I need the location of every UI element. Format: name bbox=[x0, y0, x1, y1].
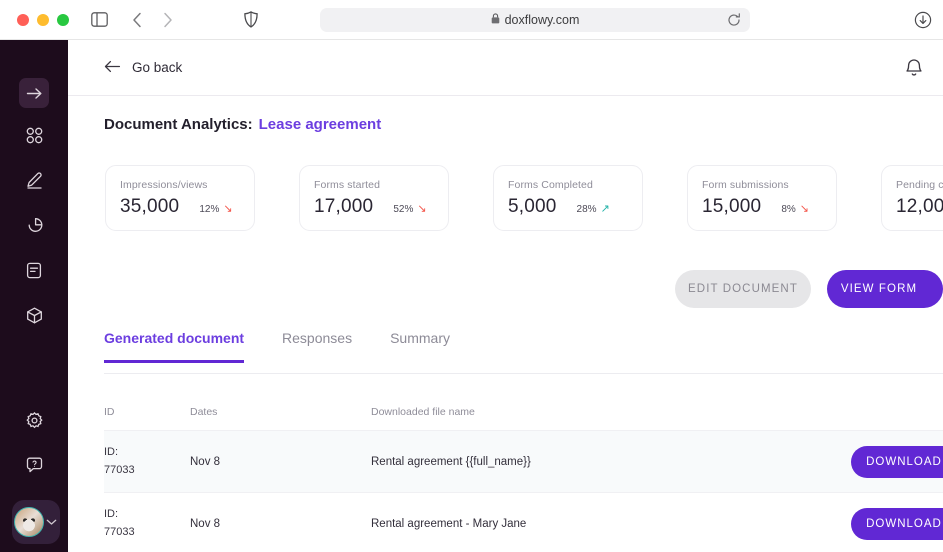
row-id-value: 77033 bbox=[104, 525, 135, 538]
content-tabs: Generated document Responses Summary bbox=[104, 330, 450, 363]
shield-icon[interactable] bbox=[239, 8, 263, 32]
stat-label: Forms Completed bbox=[508, 179, 593, 191]
app-header: Go back bbox=[68, 40, 943, 96]
row-id: ID: 77033 bbox=[104, 506, 190, 540]
stat-card-pending: Pending co 12,000 bbox=[881, 165, 943, 231]
page-title: Document Analytics: Lease agreement bbox=[104, 116, 381, 133]
url-text: doxflowy.com bbox=[504, 13, 580, 27]
user-account-menu[interactable] bbox=[12, 500, 60, 544]
download-button[interactable]: DOWNLOAD bbox=[851, 445, 943, 478]
row-actions: DOWNLOAD bbox=[851, 445, 943, 478]
row-id-label: ID: bbox=[104, 446, 119, 459]
avatar bbox=[14, 507, 44, 537]
stat-delta-value: 12% bbox=[199, 204, 220, 215]
sidebar-item-help[interactable] bbox=[19, 450, 49, 480]
maximize-window-button[interactable] bbox=[57, 13, 69, 26]
stat-delta: 12% ↘ bbox=[199, 203, 233, 216]
tab-generated-document[interactable]: Generated document bbox=[104, 330, 245, 363]
close-window-button[interactable] bbox=[17, 13, 29, 26]
row-id-value: 77033 bbox=[104, 463, 135, 476]
download-button[interactable]: DOWNLOAD bbox=[851, 507, 943, 540]
tab-responses[interactable]: Responses bbox=[282, 330, 352, 363]
stats-card-row: Impressions/views 35,000 12% ↘ Forms sta… bbox=[105, 165, 943, 231]
app-sidebar bbox=[0, 40, 68, 552]
browser-nav-buttons bbox=[125, 8, 179, 32]
sidebar-item-settings[interactable] bbox=[19, 405, 49, 435]
sidebar-item-dashboard[interactable] bbox=[19, 120, 49, 150]
column-header-id: ID bbox=[104, 406, 115, 418]
table-row[interactable]: ID: 77033 Nov 8 Rental agreement {{full_… bbox=[104, 430, 943, 492]
row-file-name: Rental agreement {{full_name}} bbox=[371, 455, 531, 468]
stat-card-form-submissions: Form submissions 15,000 8% ↘ bbox=[687, 165, 837, 231]
edit-document-button[interactable]: EDIT DOCUMENT bbox=[675, 270, 811, 308]
stat-value: 35,000 bbox=[120, 196, 180, 217]
stat-card-impressions: Impressions/views 35,000 12% ↘ bbox=[105, 165, 255, 231]
chevron-right-icon[interactable] bbox=[155, 8, 179, 32]
arrow-up-right-icon: ↗ bbox=[600, 203, 610, 215]
browser-toolbar: doxflowy.com bbox=[0, 0, 943, 40]
column-header-dates: Dates bbox=[190, 406, 218, 418]
arrow-left-icon bbox=[104, 60, 121, 76]
arrow-down-right-icon: ↘ bbox=[417, 203, 427, 215]
stat-label: Form submissions bbox=[702, 179, 789, 191]
lock-icon bbox=[491, 13, 500, 27]
tabs-divider bbox=[104, 373, 943, 374]
minimize-window-button[interactable] bbox=[37, 13, 49, 26]
stat-label: Pending co bbox=[896, 179, 943, 191]
sidebar-item-documents[interactable] bbox=[19, 255, 49, 285]
stat-card-forms-completed: Forms Completed 5,000 28% ↗ bbox=[493, 165, 643, 231]
row-file-name: Rental agreement - Mary Jane bbox=[371, 517, 527, 530]
documents-table: ID Dates Downloaded file name ID: 77033 … bbox=[104, 394, 943, 552]
sidebar-item-expand[interactable] bbox=[19, 78, 49, 108]
arrow-down-right-icon: ↘ bbox=[799, 203, 809, 215]
go-back-label: Go back bbox=[132, 60, 183, 75]
row-id: ID: 77033 bbox=[104, 444, 190, 478]
table-header-row: ID Dates Downloaded file name bbox=[104, 394, 943, 430]
row-actions: DOWNLOAD bbox=[851, 507, 943, 540]
stat-delta-value: 8% bbox=[781, 204, 796, 215]
table-row[interactable]: ID: 77033 Nov 8 Rental agreement - Mary … bbox=[104, 492, 943, 552]
row-date: Nov 8 bbox=[190, 455, 221, 468]
sidebar-item-editor[interactable] bbox=[19, 165, 49, 195]
stat-label: Impressions/views bbox=[120, 179, 208, 191]
window-traffic-lights bbox=[17, 13, 69, 26]
arrow-down-right-icon: ↘ bbox=[223, 203, 233, 215]
sidebar-item-analytics[interactable] bbox=[19, 210, 49, 240]
page-title-prefix: Document Analytics: bbox=[104, 116, 253, 133]
reload-icon[interactable] bbox=[727, 13, 741, 32]
document-name-link[interactable]: Lease agreement bbox=[259, 116, 382, 133]
sidebar-item-integrations[interactable] bbox=[19, 300, 49, 330]
address-bar[interactable]: doxflowy.com bbox=[320, 8, 750, 32]
stat-value: 17,000 bbox=[314, 196, 374, 217]
chevron-down-icon[interactable] bbox=[46, 518, 57, 526]
stat-value: 15,000 bbox=[702, 196, 762, 217]
stat-value: 12,000 bbox=[896, 196, 943, 217]
bell-icon[interactable] bbox=[905, 58, 923, 82]
sidebar-toggle-icon[interactable] bbox=[87, 8, 111, 32]
stat-card-forms-started: Forms started 17,000 52% ↘ bbox=[299, 165, 449, 231]
stat-label: Forms started bbox=[314, 179, 381, 191]
row-id-label: ID: bbox=[104, 508, 119, 521]
stat-delta: 28% ↗ bbox=[576, 203, 610, 216]
view-form-button[interactable]: VIEW FORM bbox=[827, 270, 943, 308]
column-header-file: Downloaded file name bbox=[371, 406, 475, 418]
tab-summary[interactable]: Summary bbox=[390, 330, 450, 363]
go-back-button[interactable]: Go back bbox=[104, 60, 182, 76]
main-content: Document Analytics: Lease agreement Impre… bbox=[68, 96, 943, 552]
document-actions: EDIT DOCUMENT VIEW FORM bbox=[675, 270, 943, 308]
chevron-left-icon[interactable] bbox=[125, 8, 149, 32]
stat-delta-value: 52% bbox=[393, 204, 414, 215]
stat-value: 5,000 bbox=[508, 196, 557, 217]
downloads-icon[interactable] bbox=[911, 8, 935, 32]
stat-delta-value: 28% bbox=[576, 204, 597, 215]
stat-delta: 8% ↘ bbox=[781, 203, 809, 216]
row-date: Nov 8 bbox=[190, 517, 221, 530]
stat-delta: 52% ↘ bbox=[393, 203, 427, 216]
